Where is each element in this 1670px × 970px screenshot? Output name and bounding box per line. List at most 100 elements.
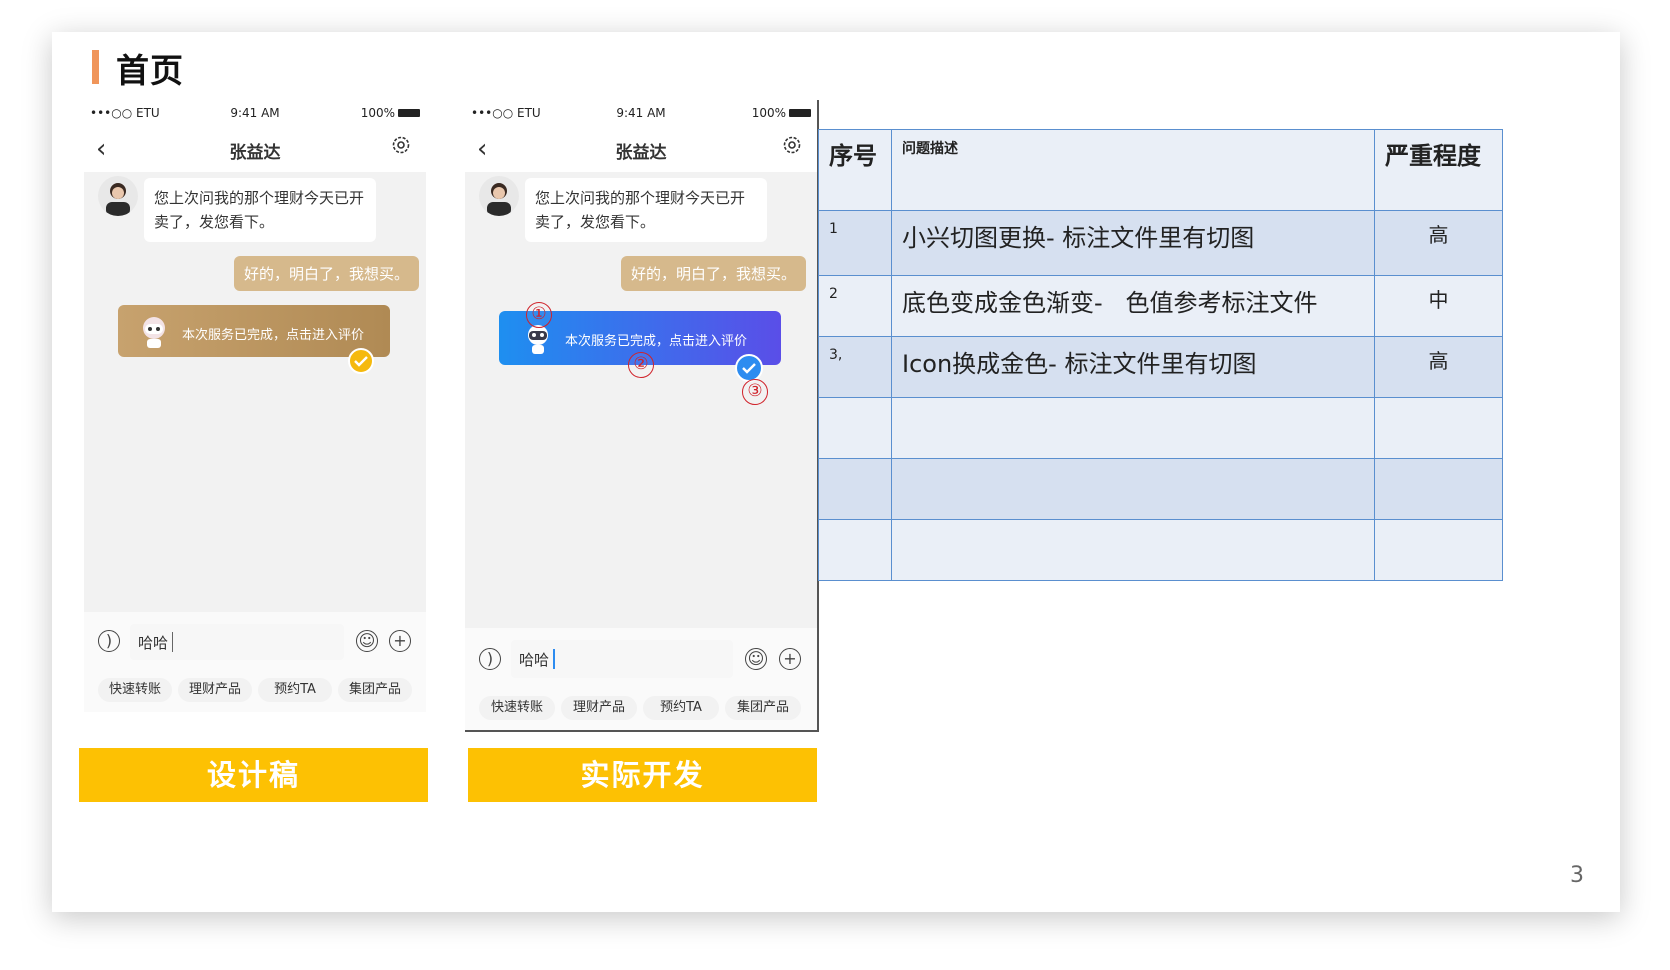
cell-number: 3, xyxy=(818,336,892,398)
page-number: 3 xyxy=(1570,863,1584,888)
cell-description xyxy=(891,397,1375,459)
title-accent-bar xyxy=(92,50,99,84)
row-description: 小兴切图更换- 标注文件里有切图 xyxy=(902,224,1255,252)
row-description xyxy=(892,398,1374,405)
quick-action-group-products[interactable]: 集团产品 xyxy=(725,696,801,720)
bottom-toolbar: ) 哈哈 ☺ + 快速转账 理财产品 预约TA 集团产品 xyxy=(465,628,817,730)
quick-action-wealth[interactable]: 理财产品 xyxy=(178,678,252,702)
row-number xyxy=(819,520,891,530)
row-severity xyxy=(1375,520,1502,528)
contact-name: 张益达 xyxy=(615,143,667,163)
avatar[interactable] xyxy=(479,176,519,216)
cell-description: 底色变成金色渐变- 色值参考标注文件 xyxy=(891,275,1375,337)
input-value: 哈哈 xyxy=(519,651,550,669)
header-cell-description: 问题描述 xyxy=(891,129,1375,211)
robot-mascot-icon xyxy=(143,317,165,348)
row-severity xyxy=(1375,398,1502,406)
row-number xyxy=(819,459,891,469)
quick-action-appointment[interactable]: 预约TA xyxy=(258,678,332,702)
service-card-text: 本次服务已完成，点击进入评价 xyxy=(565,334,748,349)
emoji-icon[interactable]: ☺ xyxy=(356,630,378,652)
cell-number xyxy=(818,397,892,459)
nav-bar: ‹ 张益达 xyxy=(84,126,426,172)
cell-description: Icon换成金色- 标注文件里有切图 xyxy=(891,336,1375,398)
row-severity: 高 xyxy=(1428,223,1449,247)
check-badge-icon xyxy=(735,354,763,382)
text-cursor xyxy=(553,649,555,669)
service-card-text: 本次服务已完成，点击进入评价 xyxy=(182,328,365,343)
cell-severity: 高 xyxy=(1374,336,1503,398)
status-bar: •••○○ ETU 9:41 AM 100% xyxy=(465,100,817,126)
outgoing-message: 好的，明白了，我想买。 xyxy=(234,256,420,291)
row-number: 2 xyxy=(829,286,838,302)
settings-gear-icon[interactable] xyxy=(781,134,803,156)
row-number: 1 xyxy=(829,221,838,237)
row-severity: 中 xyxy=(1428,288,1449,312)
cell-severity: 高 xyxy=(1374,210,1503,276)
table-row: 2 底色变成金色渐变- 色值参考标注文件 中 xyxy=(818,275,1503,337)
table-header-row: 序号 问题描述 严重程度 xyxy=(818,129,1503,211)
annotation-marker-2: ② xyxy=(628,352,654,378)
bottom-toolbar: ) 哈哈 ☺ + 快速转账 理财产品 预约TA 集团产品 xyxy=(84,612,426,712)
cell-severity xyxy=(1374,519,1503,581)
row-description xyxy=(892,459,1374,466)
incoming-message: 您上次问我的那个理财今天已开卖了，发您看下。 xyxy=(144,178,376,242)
cell-severity xyxy=(1374,397,1503,459)
contact-name: 张益达 xyxy=(229,143,281,163)
design-caption: 设计稿 xyxy=(79,748,428,802)
row-number: 3, xyxy=(829,347,843,363)
status-bar: •••○○ ETU 9:41 AM 100% xyxy=(84,100,426,126)
settings-gear-icon[interactable] xyxy=(390,134,412,156)
header-cell-number: 序号 xyxy=(818,129,892,211)
dev-phone-screen: •••○○ ETU 9:41 AM 100% ‹ 张益达 您上次问我的那个理财今… xyxy=(465,100,819,732)
table-row xyxy=(818,519,1503,581)
table-row xyxy=(818,458,1503,520)
voice-icon[interactable]: ) xyxy=(98,630,120,652)
voice-icon[interactable]: ) xyxy=(479,648,501,670)
cell-severity: 中 xyxy=(1374,275,1503,337)
row-description: Icon换成金色- 标注文件里有切图 xyxy=(902,350,1257,378)
row-severity xyxy=(1375,459,1502,467)
incoming-message: 您上次问我的那个理财今天已开卖了，发您看下。 xyxy=(525,178,767,242)
quick-action-appointment[interactable]: 预约TA xyxy=(643,696,719,720)
quick-action-wealth[interactable]: 理财产品 xyxy=(561,696,637,720)
battery-icon xyxy=(398,109,420,117)
add-icon[interactable]: + xyxy=(779,648,801,670)
cell-description xyxy=(891,458,1375,520)
emoji-icon[interactable]: ☺ xyxy=(745,648,767,670)
cell-number xyxy=(818,519,892,581)
quick-action-transfer[interactable]: 快速转账 xyxy=(479,696,555,720)
check-badge-icon xyxy=(348,348,374,374)
outgoing-message: 好的，明白了，我想买。 xyxy=(621,256,807,291)
quick-action-group-products[interactable]: 集团产品 xyxy=(338,678,412,702)
cell-severity xyxy=(1374,458,1503,520)
battery-indicator: 100% xyxy=(361,106,420,120)
cell-description: 小兴切图更换- 标注文件里有切图 xyxy=(891,210,1375,276)
dev-caption: 实际开发 xyxy=(468,748,817,802)
input-value: 哈哈 xyxy=(138,634,169,652)
header-cell-severity: 严重程度 xyxy=(1374,129,1503,211)
table-row: 3, Icon换成金色- 标注文件里有切图 高 xyxy=(818,336,1503,398)
quick-action-transfer[interactable]: 快速转账 xyxy=(98,678,172,702)
table-row: 1 小兴切图更换- 标注文件里有切图 高 xyxy=(818,210,1503,276)
cell-number: 2 xyxy=(818,275,892,337)
nav-bar: ‹ 张益达 xyxy=(465,126,817,172)
row-description xyxy=(892,520,1374,527)
cell-number: 1 xyxy=(818,210,892,276)
design-phone-screen: •••○○ ETU 9:41 AM 100% ‹ 张益达 您上次问我的那个理财今… xyxy=(84,100,426,712)
battery-icon xyxy=(789,109,811,117)
row-description: 底色变成金色渐变- 色值参考标注文件 xyxy=(902,289,1318,317)
message-input[interactable]: 哈哈 xyxy=(130,624,344,660)
battery-percent: 100% xyxy=(360,106,395,120)
row-number xyxy=(819,398,891,408)
annotation-marker-1: ① xyxy=(526,302,552,328)
battery-percent: 100% xyxy=(751,106,786,120)
message-input[interactable]: 哈哈 xyxy=(511,640,733,678)
header-severity: 严重程度 xyxy=(1385,142,1481,170)
add-icon[interactable]: + xyxy=(389,630,411,652)
avatar[interactable] xyxy=(98,176,138,216)
cell-description xyxy=(891,519,1375,581)
header-description: 问题描述 xyxy=(902,141,958,157)
annotation-marker-3: ③ xyxy=(742,379,768,405)
row-severity: 高 xyxy=(1428,349,1449,373)
